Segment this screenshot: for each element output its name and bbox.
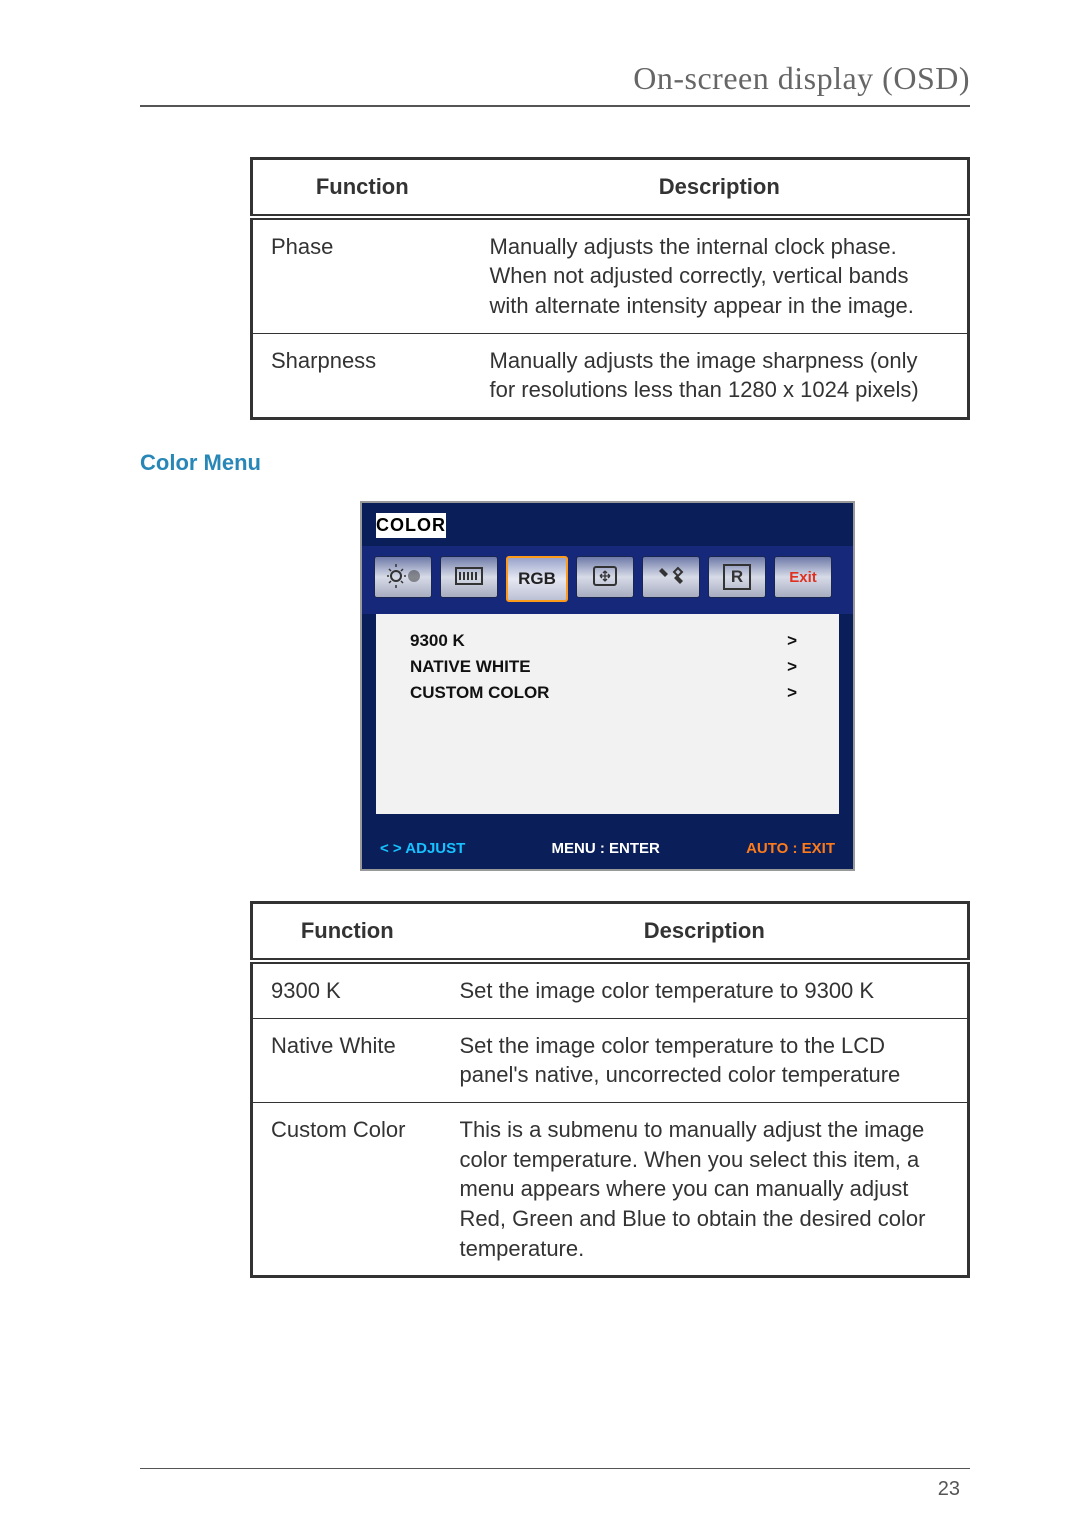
osd-tab-image[interactable] [440,556,498,598]
table-row: Custom Color This is a submenu to manual… [252,1102,969,1276]
t1-r0-function: Phase [252,217,472,334]
osd-tab-exit[interactable]: Exit [774,556,832,598]
position-icon [588,562,622,593]
osd-hint-auto: AUTO : EXIT [746,840,835,857]
function-table-1: Function Description Phase Manually adju… [250,157,970,420]
t1-r0-description: Manually adjusts the internal clock phas… [472,217,969,334]
image-adjust-icon [452,562,486,593]
osd-tab-position[interactable] [576,556,634,598]
table-row: Sharpness Manually adjusts the image sha… [252,333,969,418]
t2-r2-description: This is a submenu to manually adjust the… [442,1102,969,1276]
osd-tab-bar: RGB R Exit [362,546,853,614]
chevron-right-icon: > [787,683,797,703]
tools-icon [654,562,688,593]
t2-r1-function: Native White [252,1018,442,1102]
osd-footer: < > ADJUST MENU : ENTER AUTO : EXIT [362,828,853,869]
t2-r1-description: Set the image color temperature to the L… [442,1018,969,1102]
chevron-right-icon: > [787,631,797,651]
osd-tab-reset[interactable]: R [708,556,766,598]
osd-tab-color[interactable]: RGB [506,556,568,602]
osd-tab-brightness[interactable] [374,556,432,598]
reset-icon: R [723,564,751,590]
t2-r0-description: Set the image color temperature to 9300 … [442,961,969,1018]
osd-screenshot: COLOR RGB [360,501,855,871]
page-number: 23 [938,1478,960,1501]
t1-r1-description: Manually adjusts the image sharpness (on… [472,333,969,418]
osd-item[interactable]: CUSTOM COLOR > [410,680,821,706]
osd-body: 9300 K > NATIVE WHITE > CUSTOM COLOR > [376,614,839,814]
osd-item[interactable]: 9300 K > [410,628,821,654]
function-table-2: Function Description 9300 K Set the imag… [250,901,970,1278]
osd-title: COLOR [376,513,446,538]
t1-header-description: Description [472,159,969,217]
t2-header-function: Function [252,903,442,961]
t2-r2-function: Custom Color [252,1102,442,1276]
table-row: Native White Set the image color tempera… [252,1018,969,1102]
osd-item-label: NATIVE WHITE [410,657,531,677]
osd-item[interactable]: NATIVE WHITE > [410,654,821,680]
osd-hint-menu: MENU : ENTER [552,840,660,857]
chevron-right-icon: > [787,657,797,677]
osd-item-label: 9300 K [410,631,465,651]
exit-icon: Exit [789,569,817,586]
osd-tab-tools[interactable] [642,556,700,598]
osd-item-label: CUSTOM COLOR [410,683,549,703]
footer-rule [140,1468,970,1469]
table-row: Phase Manually adjusts the internal cloc… [252,217,969,334]
color-menu-heading: Color Menu [140,450,970,476]
t2-r0-function: 9300 K [252,961,442,1018]
t2-header-description: Description [442,903,969,961]
page-header: On-screen display (OSD) [140,60,970,107]
table-row: 9300 K Set the image color temperature t… [252,961,969,1018]
t1-r1-function: Sharpness [252,333,472,418]
t1-header-function: Function [252,159,472,217]
osd-hint-adjust: < > ADJUST [380,840,465,857]
brightness-contrast-icon [386,562,420,593]
rgb-icon: RGB [518,569,556,589]
